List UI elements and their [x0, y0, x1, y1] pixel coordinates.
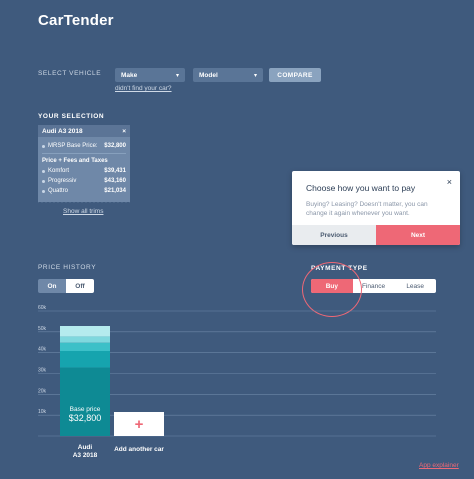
- bar-segment: [60, 336, 110, 343]
- model-select[interactable]: Model ▾: [193, 68, 263, 82]
- price-chart: 60k50k40k30k20k10k Base price$32,800AudiA…: [38, 305, 436, 459]
- show-all-trims-link[interactable]: Show all trims: [63, 208, 103, 215]
- app-title: CarTender: [38, 12, 114, 29]
- your-selection-label: YOUR SELECTION: [38, 113, 105, 120]
- bar-segment: [60, 326, 110, 337]
- app-explainer-link[interactable]: App explainer: [419, 462, 459, 469]
- bullet-icon: [42, 179, 45, 183]
- bullet-icon: [42, 169, 45, 173]
- price-history-toggle[interactable]: On Off: [38, 279, 94, 293]
- y-tick-label: 50k: [38, 326, 47, 332]
- selection-card: Audi A3 2018 × MRSP Base Price: $32,800 …: [38, 125, 130, 202]
- price-history-label: PRICE HISTORY: [38, 264, 97, 271]
- msrp-value: $32,800: [104, 143, 126, 149]
- y-tick-label: 40k: [38, 347, 47, 353]
- toggle-off[interactable]: Off: [66, 279, 94, 293]
- category-label: A3 2018: [73, 452, 98, 459]
- fees-label: Price + Fees and Taxes: [42, 158, 108, 164]
- y-tick-label: 10k: [38, 409, 47, 415]
- y-tick-label: 60k: [38, 305, 47, 311]
- dialog-title: Choose how you want to pay: [306, 183, 416, 193]
- close-icon[interactable]: ×: [447, 177, 452, 187]
- make-select-value: Make: [121, 71, 138, 79]
- bar-segment: [60, 367, 110, 436]
- bullet-icon: [42, 189, 45, 193]
- selected-car-name: Audi A3 2018: [42, 127, 83, 135]
- trim-row[interactable]: Quattro $21,034: [38, 186, 130, 196]
- payment-option-lease[interactable]: Lease: [394, 279, 436, 293]
- payment-dialog: Choose how you want to pay × Buying? Lea…: [292, 171, 460, 245]
- plus-icon: +: [135, 416, 144, 433]
- msrp-row: MRSP Base Price: $32,800: [38, 141, 130, 151]
- trim-name: Quattro: [48, 188, 69, 194]
- selection-card-header: Audi A3 2018 ×: [38, 125, 130, 137]
- trim-price: $39,431: [104, 168, 126, 174]
- select-vehicle-label: SELECT VEHICLE: [38, 70, 102, 77]
- add-car-label: Add another car: [114, 446, 164, 453]
- bar-segment: [60, 342, 110, 351]
- dialog-body: Buying? Leasing? Doesn't matter, you can…: [306, 201, 428, 217]
- chevron-down-icon: ▾: [253, 72, 257, 79]
- trim-price: $21,034: [104, 188, 126, 194]
- trim-row[interactable]: Progressiv $43,160: [38, 176, 130, 186]
- close-icon[interactable]: ×: [122, 128, 126, 135]
- divider: [42, 153, 126, 154]
- card-torn-edge: [38, 200, 130, 204]
- model-select-value: Model: [199, 71, 218, 79]
- bar-segment: [60, 351, 110, 368]
- not-found-link[interactable]: didn't find your car?: [115, 85, 172, 92]
- previous-button[interactable]: Previous: [292, 225, 376, 245]
- trim-name: Progressiv: [48, 178, 77, 184]
- trim-row[interactable]: Komfort $39,431: [38, 166, 130, 176]
- chevron-down-icon: ▾: [175, 72, 179, 79]
- trim-price: $43,160: [104, 178, 126, 184]
- y-tick-label: 30k: [38, 368, 47, 374]
- msrp-label: MRSP Base Price:: [48, 143, 98, 149]
- base-price-value: $32,800: [69, 413, 102, 423]
- trim-name: Komfort: [48, 168, 70, 174]
- make-select[interactable]: Make ▾: [115, 68, 185, 82]
- bullet-icon: [42, 144, 45, 148]
- toggle-on[interactable]: On: [38, 279, 66, 293]
- next-button[interactable]: Next: [376, 225, 460, 245]
- category-label: Audi: [78, 444, 93, 451]
- y-tick-label: 20k: [38, 388, 47, 394]
- compare-button[interactable]: COMPARE: [269, 68, 321, 82]
- base-price-label: Base price: [70, 406, 101, 413]
